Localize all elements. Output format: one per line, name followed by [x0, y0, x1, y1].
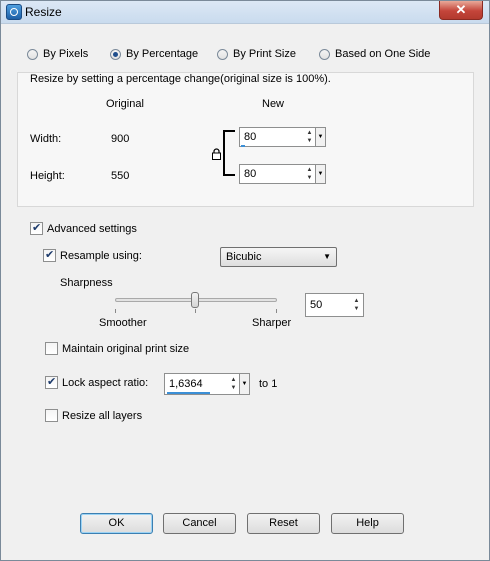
- checkbox-label: Advanced settings: [47, 222, 137, 235]
- smoother-label: Smoother: [99, 317, 147, 329]
- original-height-value: 550: [111, 170, 130, 182]
- new-header: New: [262, 98, 285, 110]
- sharpness-value: 50: [310, 299, 323, 311]
- width-slider-indicator: [241, 145, 245, 147]
- spin-arrows-icon[interactable]: ▲ ▼: [352, 297, 361, 313]
- new-width-value: 80: [244, 131, 257, 143]
- help-button[interactable]: Help: [331, 513, 404, 534]
- resize-dialog: Resize ✕ By Pixels By Percentage By Prin…: [0, 0, 490, 561]
- new-height-input[interactable]: 80 ▲ ▼ ▼: [239, 164, 326, 184]
- checkbox-box[interactable]: [45, 409, 58, 422]
- checkbox-box[interactable]: [43, 248, 56, 262]
- sharpness-input[interactable]: 50 ▲ ▼: [305, 293, 364, 317]
- chevron-down-icon: ▼: [323, 252, 331, 261]
- lock-aspect-ratio-checkbox[interactable]: Lock aspect ratio:: [45, 375, 149, 389]
- spin-arrows-icon[interactable]: ▲ ▼: [229, 376, 238, 392]
- checkbox-label: Lock aspect ratio:: [62, 376, 149, 389]
- ratio-suffix: to 1: [259, 378, 278, 390]
- slider-tick: [115, 309, 116, 313]
- radio-label: Based on One Side: [335, 48, 431, 60]
- spin-arrows-icon[interactable]: ▲ ▼: [305, 129, 314, 145]
- slider-tick: [276, 309, 277, 313]
- sharpness-label: Sharpness: [60, 277, 113, 289]
- radio-by-print-size[interactable]: By Print Size: [217, 48, 296, 60]
- spin-arrows-icon[interactable]: ▲ ▼: [305, 166, 314, 182]
- height-label: Height:: [30, 170, 65, 182]
- radio-dot-selected[interactable]: [110, 48, 121, 60]
- original-width-value: 900: [111, 133, 130, 145]
- lock-icon[interactable]: [212, 148, 221, 160]
- radio-by-percentage[interactable]: By Percentage: [110, 48, 198, 60]
- radio-label: By Percentage: [126, 48, 199, 60]
- new-height-value: 80: [244, 168, 257, 180]
- title-bar: Resize ✕: [1, 1, 489, 24]
- resample-method-select[interactable]: Bicubic ▼: [220, 247, 337, 267]
- ratio-slider-indicator: [167, 392, 210, 394]
- close-button[interactable]: ✕: [439, 1, 483, 20]
- dropdown-arrow-icon[interactable]: ▼: [315, 165, 325, 183]
- cancel-button[interactable]: Cancel: [163, 513, 236, 534]
- sharpness-slider-thumb[interactable]: [191, 292, 199, 308]
- aspect-ratio-value: 1,6364: [169, 378, 203, 390]
- radio-label: By Print Size: [233, 48, 296, 60]
- slider-tick: [195, 309, 196, 313]
- new-width-input[interactable]: 80 ▲ ▼ ▼: [239, 127, 326, 147]
- checkbox-label: Resize all layers: [62, 409, 143, 422]
- maintain-print-size-checkbox[interactable]: Maintain original print size: [45, 342, 189, 355]
- checkbox-label: Resample using:: [60, 249, 142, 262]
- checkbox-box[interactable]: [45, 342, 58, 355]
- checkbox-box[interactable]: [30, 221, 43, 235]
- advanced-settings-checkbox[interactable]: Advanced settings: [30, 221, 137, 235]
- window-title: Resize: [25, 5, 62, 19]
- aspect-bracket: [223, 130, 235, 176]
- radio-dot[interactable]: [27, 48, 38, 60]
- radio-dot[interactable]: [319, 48, 330, 60]
- mode-radio-group: By Pixels By Percentage By Print Size Ba…: [1, 48, 489, 64]
- reset-button[interactable]: Reset: [247, 513, 320, 534]
- ok-button[interactable]: OK: [80, 513, 153, 534]
- radio-label: By Pixels: [43, 48, 89, 60]
- resample-checkbox[interactable]: Resample using:: [43, 248, 142, 262]
- percentage-group-caption: Resize by setting a percentage change(or…: [30, 73, 331, 85]
- resize-all-layers-checkbox[interactable]: Resize all layers: [45, 409, 142, 422]
- sharper-label: Sharper: [252, 317, 292, 329]
- app-icon: [6, 4, 22, 20]
- radio-based-on-one-side[interactable]: Based on One Side: [319, 48, 430, 60]
- resample-method-value: Bicubic: [226, 251, 262, 263]
- width-label: Width:: [30, 133, 62, 145]
- checkbox-box[interactable]: [45, 375, 58, 389]
- dropdown-arrow-icon[interactable]: ▼: [239, 374, 249, 394]
- original-header: Original: [106, 98, 144, 110]
- radio-by-pixels[interactable]: By Pixels: [27, 48, 88, 60]
- dropdown-arrow-icon[interactable]: ▼: [315, 128, 325, 146]
- radio-dot[interactable]: [217, 48, 228, 60]
- checkbox-label: Maintain original print size: [62, 342, 190, 355]
